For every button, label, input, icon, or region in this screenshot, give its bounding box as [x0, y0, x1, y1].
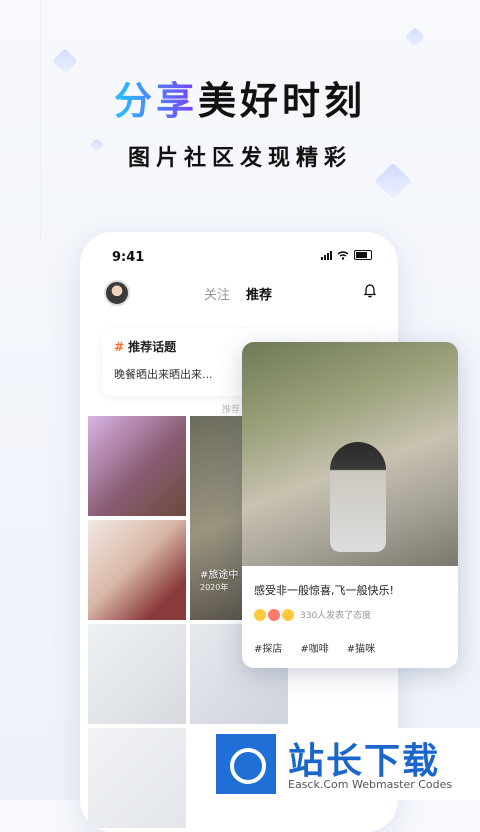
faint-label: 推荐 [222, 405, 241, 415]
tile-title: #旅途中 [200, 570, 239, 581]
reaction-row: 330人发表了态度 [254, 608, 371, 621]
photo-tile[interactable] [88, 728, 186, 828]
tab-recommend[interactable]: 推荐 [246, 284, 272, 303]
post-card[interactable]: 感受非一般惊喜,飞一般快乐! 330人发表了态度 #探店 #咖啡 #猫咪 [242, 342, 458, 668]
subline: 图片社区发现精彩 [127, 146, 352, 171]
wifi-icon [337, 250, 349, 260]
photo-tile[interactable] [88, 416, 186, 516]
topic-title: 推荐话题 [128, 340, 177, 354]
avatar[interactable] [104, 280, 130, 306]
watermark-title: 站长下载 [288, 741, 441, 782]
topic-text: 晚餐晒出来晒出来... [114, 368, 213, 381]
watermark-subtitle: Easck.Com Webmaster Codes [288, 778, 453, 791]
status-icons [321, 250, 372, 260]
tag[interactable]: #探店 [254, 640, 282, 655]
emoji-icon [254, 608, 266, 621]
decorative-gem [405, 27, 425, 47]
status-time: 9:41 [112, 250, 145, 265]
person-figure [330, 442, 386, 552]
feed-tabs: 关注 推荐 [204, 284, 272, 303]
hash-icon: # [114, 340, 125, 354]
reaction-count: 330人发表了态度 [300, 611, 372, 621]
tag[interactable]: #猫咪 [347, 640, 375, 655]
headline: 分享美好时刻 [0, 70, 480, 125]
bell-icon[interactable] [364, 284, 376, 298]
tile-date: 2020年 [200, 583, 229, 592]
post-photo[interactable] [242, 342, 458, 566]
emoji-icon [268, 608, 280, 621]
signal-icon [321, 250, 332, 260]
post-caption: 感受非一般惊喜,飞一般快乐! [254, 584, 394, 597]
tab-follow[interactable]: 关注 [204, 284, 230, 303]
topic-header: # 推荐话题 [114, 338, 176, 355]
watermark: 站长下载 Easck.Com Webmaster Codes [210, 728, 480, 800]
emoji-icon [282, 608, 294, 621]
photo-tile[interactable] [88, 624, 186, 724]
battery-icon [354, 250, 372, 260]
headline-rest: 美好时刻 [198, 79, 367, 123]
photo-tile[interactable] [88, 520, 186, 620]
headline-accent: 分享 [113, 79, 198, 123]
watermark-logo-icon [216, 734, 276, 794]
tag-row: #探店 #咖啡 #猫咪 [254, 640, 375, 655]
tag[interactable]: #咖啡 [300, 640, 328, 655]
